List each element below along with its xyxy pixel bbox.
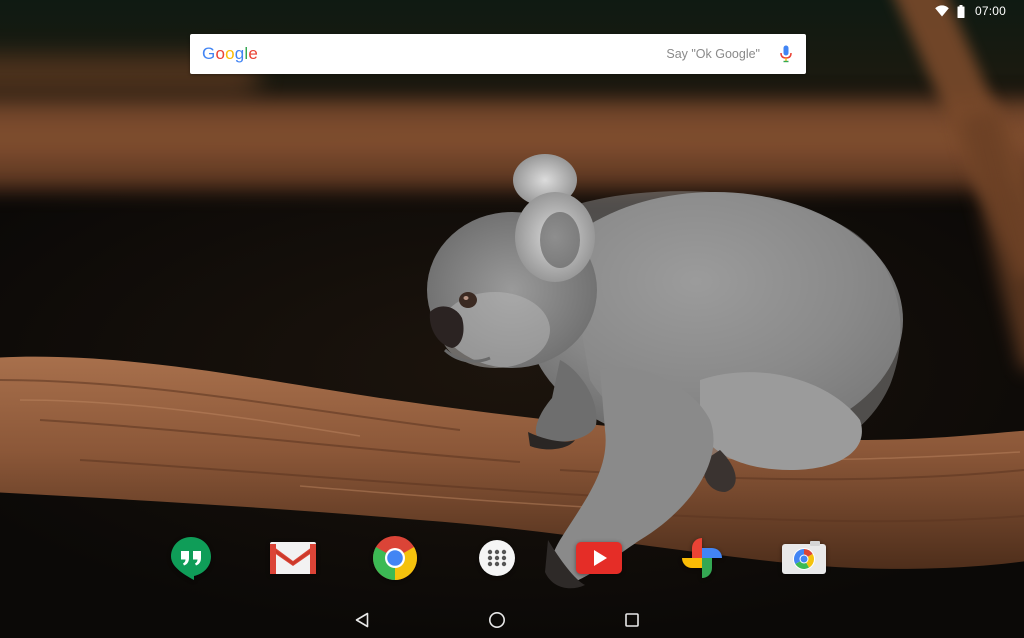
google-logo-letter: o [215,44,226,63]
koala-eye [459,292,477,308]
app-dock [0,534,1024,584]
battery-icon [957,4,965,18]
google-logo: Google [202,44,258,64]
youtube-app[interactable] [575,534,623,582]
mic-icon[interactable] [778,43,794,65]
hangouts-icon [169,535,213,581]
back-icon [355,612,369,633]
navigation-bar [0,604,1024,638]
photos-icon [680,536,724,580]
camera-icon [780,540,828,576]
google-logo-letter: e [248,44,259,63]
photos-app[interactable] [678,534,726,582]
youtube-icon [575,541,623,575]
back-button[interactable] [342,610,382,634]
search-hint-text: Say "Ok Google" [666,47,760,61]
chrome-app[interactable] [371,534,419,582]
recents-icon [625,612,639,632]
chrome-icon [372,535,418,581]
recents-button[interactable] [612,610,652,634]
app-drawer-button[interactable] [473,534,521,582]
google-search-bar[interactable]: Google Say "Ok Google" [190,34,806,74]
status-bar: 07:00 [0,0,1024,22]
wifi-icon [935,5,949,17]
camera-app[interactable] [780,534,828,582]
status-clock: 07:00 [974,4,1006,18]
google-logo-letter: G [202,44,216,63]
gmail-app[interactable] [269,534,317,582]
google-logo-letter: g [234,44,245,63]
app-drawer-icon [477,538,517,578]
google-logo-letter: o [225,44,235,63]
status-icons: 07:00 [935,3,1006,19]
hangouts-app[interactable] [167,534,215,582]
gmail-icon [269,540,317,576]
home-button[interactable] [477,610,517,634]
home-icon [488,611,506,634]
